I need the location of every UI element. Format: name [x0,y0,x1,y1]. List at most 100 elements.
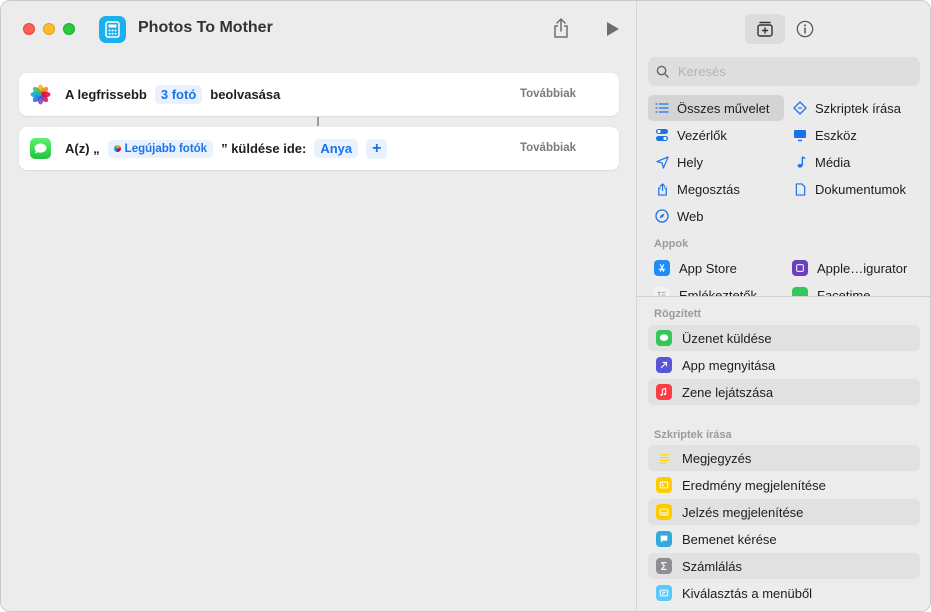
suggested-actions: Rögzített Üzenet küldése App megnyitása … [637,297,930,611]
action-label: Megjegyzés [682,450,752,466]
action-show-alert[interactable]: Jelzés megjelenítése [648,499,920,525]
app-label: Emlékeztetők [679,287,758,297]
action-play-music[interactable]: Zene lejátszása [648,379,920,405]
category-device[interactable]: Eszköz [792,122,857,148]
action-label: Eredmény megjelenítése [682,477,826,493]
info-icon [796,20,814,38]
share-icon [654,181,670,197]
category-media[interactable]: Média [792,149,850,175]
music-icon [656,384,672,400]
action-count[interactable]: Számlálás [648,553,920,579]
messages-app-icon [30,138,51,159]
category-sharing[interactable]: Megosztás [654,176,740,202]
category-controls[interactable]: Vezérlők [654,122,727,148]
calculator-icon [105,21,120,38]
action-text: ” küldése ide: [221,141,307,156]
add-recipient-button[interactable]: + [366,138,388,159]
search-field[interactable] [648,57,920,86]
category-web[interactable]: Web [654,203,704,229]
apps-section-label: Appok [654,238,689,250]
action-label: Számlálás [682,558,742,574]
app-label: Apple…igurator [817,260,908,276]
variable-label: Legújabb fotók [124,142,208,155]
action-card-find-photos[interactable]: A legfrissebb 3 fotó beolvasása Továbbia… [19,73,619,116]
photos-app-icon [30,84,51,105]
action-sentence: A(z) „ Legújabb fotók ” küldése ide: Any… [65,127,395,170]
action-connector [317,117,319,126]
scripting-icon [792,100,808,116]
message-icon [656,330,672,346]
action-label: Bemenet kérése [682,531,777,547]
add-action-icon [757,21,773,37]
list-icon [654,100,670,116]
action-library: Összes művelet Szkriptek írása Vezérlők … [636,1,930,611]
category-label: Eszköz [815,127,857,143]
category-location[interactable]: Hely [654,149,703,175]
search-input[interactable] [678,64,908,79]
action-label: Üzenet küldése [682,330,772,346]
scripting-section-label: Szkriptek írása [654,429,732,441]
category-label: Összes művelet [677,100,770,116]
app-reminders[interactable]: Emlékeztetők [654,282,757,296]
apple-configurator-icon [792,260,808,276]
reminders-icon [654,287,670,296]
app-facetime[interactable]: Facetime [792,282,870,296]
category-documents[interactable]: Dokumentumok [792,176,906,202]
location-icon [654,154,670,170]
category-label: Vezérlők [677,127,727,143]
app-label: Facetime [817,287,871,297]
action-text: A legfrissebb [65,87,147,102]
action-card-send-message[interactable]: A(z) „ Legújabb fotók ” küldése ide: Any… [19,127,619,170]
shortcut-title[interactable]: Photos To Mother [138,19,273,37]
share-icon[interactable] [551,17,571,39]
sigma-icon [656,558,672,574]
action-sentence: A legfrissebb 3 fotó beolvasása [65,73,280,116]
action-label: Jelzés megjelenítése [682,504,804,520]
action-label: Kiválasztás a menüből [682,585,813,601]
action-text: beolvasása [210,87,281,102]
action-choose-from-menu[interactable]: Kiválasztás a menüből [648,580,920,606]
shortcuts-window: Photos To Mother A legfrissebb 3 fotó be… [0,0,931,612]
latest-photos-variable[interactable]: Legújabb fotók [107,139,214,158]
app-app-store[interactable]: App Store [654,255,737,281]
category-scripting[interactable]: Szkriptek írása [792,95,901,121]
action-ask-for-input[interactable]: Bemenet kérése [648,526,920,552]
category-label: Média [815,154,851,170]
alert-icon [656,504,672,520]
category-label: Web [677,208,704,224]
play-icon[interactable] [605,20,621,38]
music-note-icon [792,154,808,170]
apps-clipped-row: Emlékeztetők Facetime [637,282,930,296]
ask-input-icon [656,531,672,547]
action-open-app[interactable]: App megnyitása [648,352,920,378]
close-button[interactable] [23,23,35,35]
category-label: Dokumentumok [815,181,907,197]
search-icon [656,65,669,78]
photos-mini-icon [113,145,121,152]
zoom-button[interactable] [63,23,75,35]
action-show-result[interactable]: Eredmény megjelenítése [648,472,920,498]
menu-icon [656,585,672,601]
action-label: Zene lejátszása [682,384,774,400]
compass-icon [654,208,670,224]
editor-pane: Photos To Mother A legfrissebb 3 fotó be… [1,1,636,611]
action-send-message[interactable]: Üzenet küldése [648,325,920,351]
show-result-icon [656,477,672,493]
action-comment[interactable]: Megjegyzés [648,445,920,471]
library-toggle-button[interactable] [745,14,785,44]
show-more-button[interactable]: Továbbiak [520,127,576,170]
show-more-button[interactable]: Továbbiak [520,73,576,116]
category-label: Megosztás [677,181,740,197]
app-label: App Store [679,260,737,276]
shortcut-icon[interactable] [99,16,126,43]
action-text: A(z) „ [65,141,100,156]
photo-count-token[interactable]: 3 fotó [154,85,203,104]
minimize-button[interactable] [43,23,55,35]
display-icon [792,127,808,143]
facetime-icon [792,287,808,296]
info-button[interactable] [793,17,817,41]
app-apple-configurator[interactable]: Apple…igurator [792,255,907,281]
app-store-icon [654,260,670,276]
category-all-actions[interactable]: Összes művelet [648,95,784,121]
recipient-token[interactable]: Anya [314,139,359,158]
